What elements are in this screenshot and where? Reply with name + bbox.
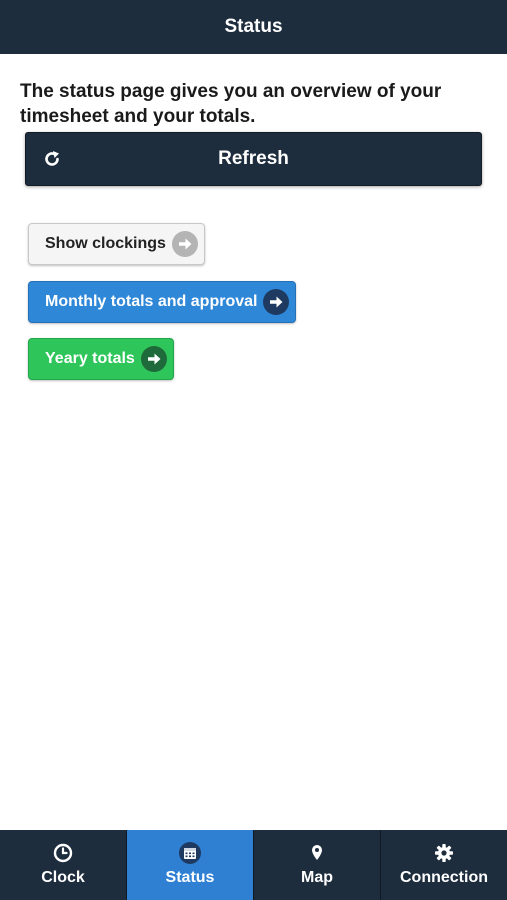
monthly-totals-label: Monthly totals and approval (45, 293, 258, 310)
show-clockings-label: Show clockings (45, 235, 166, 252)
tab-status[interactable]: Status (127, 830, 254, 900)
yearly-totals-label: Yeary totals (45, 350, 135, 367)
refresh-button[interactable]: Refresh (25, 132, 482, 186)
arrow-right-icon (171, 231, 198, 257)
tab-connection-label: Connection (400, 869, 488, 886)
gear-icon (435, 844, 453, 862)
intro-text: The status page gives you an overview of… (20, 81, 442, 127)
bottom-tab-bar: Clock Status Map Connection (0, 830, 507, 900)
tab-clock[interactable]: Clock (0, 830, 127, 900)
map-pin-icon (312, 845, 322, 860)
show-clockings-button[interactable]: Show clockings (28, 223, 205, 265)
tab-status-label: Status (165, 869, 215, 886)
arrow-right-icon (140, 346, 167, 372)
yearly-totals-button[interactable]: Yeary totals (28, 338, 174, 380)
refresh-icon (45, 151, 59, 166)
clock-icon (53, 843, 73, 863)
arrow-right-icon (263, 289, 290, 315)
tab-map-label: Map (301, 869, 333, 886)
app-header: Status (0, 0, 507, 54)
calendar-icon (179, 842, 201, 864)
refresh-label: Refresh (218, 148, 289, 169)
page-title: Status (224, 16, 283, 37)
tab-connection[interactable]: Connection (381, 830, 507, 900)
tab-map[interactable]: Map (254, 830, 381, 900)
tab-clock-label: Clock (41, 869, 85, 886)
monthly-totals-button[interactable]: Monthly totals and approval (28, 281, 297, 323)
